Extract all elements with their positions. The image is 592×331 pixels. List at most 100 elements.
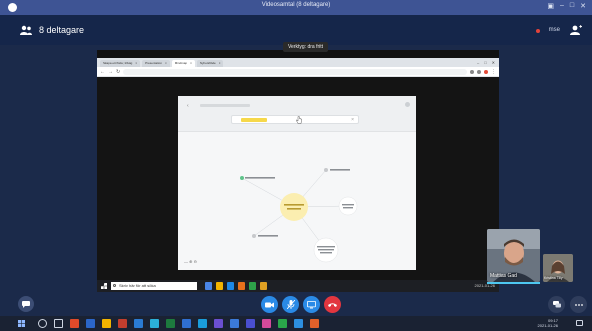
recording-dot-icon xyxy=(536,29,540,33)
fullscreen-icon[interactable]: ▣ xyxy=(547,2,554,10)
url-field[interactable] xyxy=(123,68,467,75)
file-explorer-icon[interactable] xyxy=(216,282,223,290)
participants-icon[interactable] xyxy=(20,25,32,35)
participant-name: Kristina Tilly xyxy=(544,276,563,280)
notification-center-icon[interactable] xyxy=(576,320,583,326)
mindmap-canvas[interactable]: ‹ × — ⊕ ⊖ xyxy=(178,96,416,270)
browser-window-controls: – □ ✕ xyxy=(477,58,499,67)
chat-bubbles-icon xyxy=(552,301,561,308)
browser-address-bar: ← → ↻ ⋮ xyxy=(97,67,499,77)
skype-icon[interactable] xyxy=(150,319,159,328)
task-view-icon[interactable] xyxy=(205,282,212,290)
mindmap-node[interactable] xyxy=(338,196,358,216)
shared-taskbar-search[interactable]: Skriv här för att söka xyxy=(111,282,197,290)
window-controls: ▣ – □ ✕ xyxy=(547,2,586,10)
onenote-icon[interactable] xyxy=(246,319,255,328)
file-explorer-icon[interactable] xyxy=(102,319,111,328)
back-icon[interactable]: ‹ xyxy=(187,103,189,109)
chrome-icon[interactable] xyxy=(249,282,256,290)
mindmap-node[interactable] xyxy=(324,168,328,172)
search-highlight xyxy=(241,118,267,122)
profile-avatar-icon[interactable] xyxy=(484,69,488,74)
edge-icon[interactable] xyxy=(227,282,234,290)
chat-bubble-icon xyxy=(22,300,30,308)
more-dots-icon xyxy=(574,303,583,306)
call-controls xyxy=(0,292,592,316)
window-titlebar: Videosamtal (8 deltagare) ▣ – □ ✕ xyxy=(0,0,592,15)
maximize-icon[interactable]: □ xyxy=(570,2,574,10)
participants-count[interactable]: 8 deltagare xyxy=(39,25,84,35)
powerpoint-icon[interactable] xyxy=(118,319,127,328)
mail-icon[interactable] xyxy=(134,319,143,328)
browser-tab-active[interactable]: Mindmap × xyxy=(171,60,195,67)
shared-taskbar-apps xyxy=(205,282,267,290)
video-camera-icon xyxy=(265,302,274,307)
browser-tab-strip: Skapa ett flöde; tillväg × Presentation × … xyxy=(97,58,499,67)
hang-up-button[interactable] xyxy=(324,296,341,313)
camera-button[interactable] xyxy=(261,296,278,313)
shared-windows-taskbar: Skriv här för att söka 2021-01-26 xyxy=(97,280,499,292)
kebab-menu-icon[interactable]: ⋮ xyxy=(491,69,496,75)
app-icon[interactable] xyxy=(238,282,245,290)
share-screen-button[interactable] xyxy=(303,296,320,313)
extension-icon[interactable] xyxy=(470,69,474,74)
add-person-icon[interactable] xyxy=(570,25,582,35)
mute-button[interactable] xyxy=(282,296,299,313)
app-icon[interactable] xyxy=(198,319,207,328)
menu-icon[interactable] xyxy=(405,102,410,107)
shared-screen[interactable]: Skapa ett flöde; tillväg × Presentation × … xyxy=(97,50,499,292)
mindmap-zoom-controls[interactable]: — ⊕ ⊖ xyxy=(184,259,197,264)
windows-start-icon[interactable] xyxy=(18,320,25,327)
task-view-icon[interactable] xyxy=(54,319,63,328)
search-icon[interactable] xyxy=(38,319,47,328)
app-icon[interactable] xyxy=(294,319,303,328)
mindmap-center-node[interactable] xyxy=(280,193,308,221)
hand-cursor-icon xyxy=(296,116,302,124)
extension-icon[interactable] xyxy=(477,69,481,74)
taskbar-apps xyxy=(38,319,319,328)
edge-icon[interactable] xyxy=(182,319,191,328)
reload-icon[interactable]: ↻ xyxy=(116,69,120,75)
close-icon[interactable]: ✕ xyxy=(580,2,586,10)
participant-video-main[interactable]: Mattias Gad xyxy=(487,229,540,282)
system-tray-clock[interactable]: 09:17 2021-01-26 xyxy=(538,318,558,328)
reactions-button[interactable] xyxy=(548,296,565,313)
forward-arrow-icon[interactable]: → xyxy=(108,69,113,75)
sharing-tooltip: Verktyg: dra fritt xyxy=(283,42,329,52)
breadcrumb xyxy=(200,104,250,107)
app-icon[interactable] xyxy=(230,319,239,328)
mindmap-graph xyxy=(240,168,358,263)
app-icon[interactable] xyxy=(262,319,271,328)
participant-video-small[interactable]: Kristina Tilly xyxy=(543,254,573,282)
mindmap-node[interactable] xyxy=(240,176,244,180)
clear-search-icon[interactable]: × xyxy=(351,117,354,123)
shared-browser-window: Skapa ett flöde; tillväg × Presentation × … xyxy=(97,58,499,280)
minimize-icon[interactable]: – xyxy=(477,58,479,67)
chrome-icon[interactable] xyxy=(278,319,287,328)
mindmap-node[interactable] xyxy=(252,234,256,238)
mindmap-search-input[interactable]: × xyxy=(231,115,359,124)
active-speaker-indicator xyxy=(487,282,540,284)
microphone-muted-icon xyxy=(286,300,295,309)
close-icon[interactable]: ✕ xyxy=(492,58,495,67)
excel-icon[interactable] xyxy=(166,319,175,328)
windows-start-icon[interactable] xyxy=(101,283,107,289)
clock-date: 2021-01-26 xyxy=(537,323,558,328)
more-options-button[interactable] xyxy=(570,296,587,313)
web-app-viewport: ‹ × — ⊕ ⊖ xyxy=(97,77,499,280)
browser-tab[interactable]: Nyhetsflöde × xyxy=(196,60,224,67)
app-icon[interactable] xyxy=(310,319,319,328)
call-header: 8 deltagare mse xyxy=(0,15,592,45)
browser-tab[interactable]: Presentation × xyxy=(142,60,170,67)
app-icon[interactable] xyxy=(260,282,267,290)
screen-share-icon xyxy=(307,300,316,308)
office-icon[interactable] xyxy=(70,319,79,328)
browser-tab[interactable]: Skapa ett flöde; tillväg × xyxy=(100,60,141,67)
back-arrow-icon[interactable]: ← xyxy=(100,69,105,75)
search-icon xyxy=(113,284,116,287)
minimize-icon[interactable]: – xyxy=(560,2,564,10)
word-icon[interactable] xyxy=(86,319,95,328)
chat-button[interactable] xyxy=(18,296,34,312)
teams-icon[interactable] xyxy=(214,319,223,328)
maximize-icon[interactable]: □ xyxy=(484,58,486,67)
